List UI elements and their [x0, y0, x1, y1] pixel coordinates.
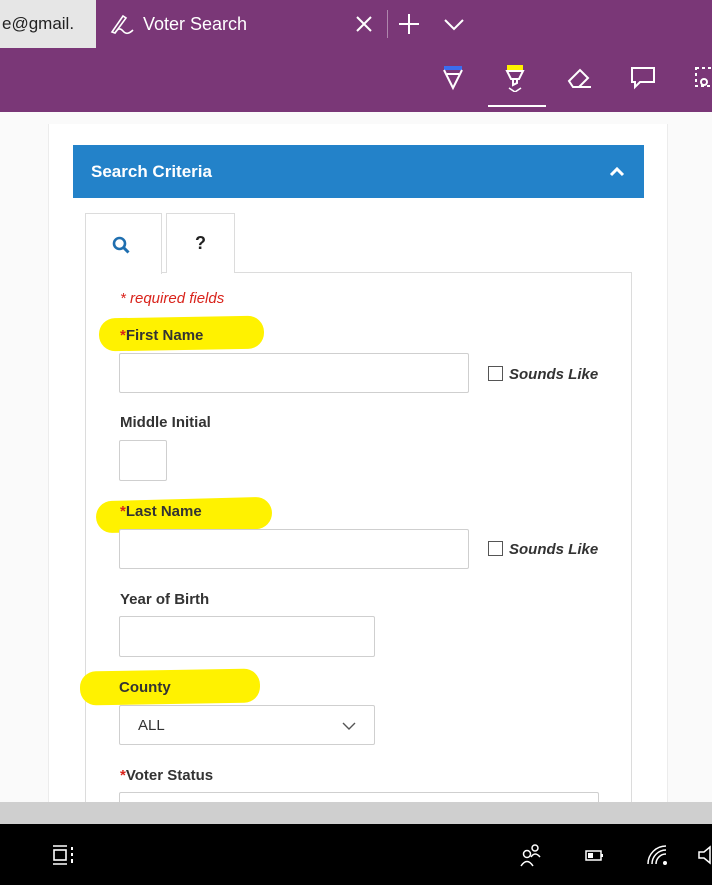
- ballpoint-pen-icon[interactable]: [438, 62, 468, 92]
- voter-status-label: *Voter Status: [120, 767, 213, 784]
- volume-icon[interactable]: [696, 842, 712, 868]
- last-name-label: *Last Name: [120, 503, 202, 520]
- windows-taskbar: [0, 824, 712, 885]
- county-select[interactable]: ALL: [119, 705, 375, 745]
- browser-tab-strip: e@gmail. Voter Search: [0, 0, 712, 48]
- last-sounds-like-checkbox[interactable]: [488, 541, 503, 556]
- county-label: County: [119, 679, 171, 696]
- plus-icon[interactable]: [396, 11, 422, 37]
- battery-icon: [585, 850, 603, 861]
- chevron-down-icon: [342, 722, 356, 730]
- panel-title: Search Criteria: [91, 162, 212, 181]
- pen-icon: [110, 14, 134, 35]
- tab-search[interactable]: [85, 213, 162, 274]
- tab-voter-search[interactable]: Voter Search: [97, 0, 384, 48]
- comment-icon[interactable]: [628, 62, 658, 92]
- year-of-birth-input[interactable]: [119, 616, 375, 657]
- last-name-text: Last Name: [125, 503, 202, 520]
- task-view-icon[interactable]: [50, 842, 76, 868]
- help-tab-label: ?: [195, 233, 206, 253]
- tab-help[interactable]: ?: [166, 213, 235, 273]
- chevron-down-icon[interactable]: [442, 13, 466, 35]
- first-name-text: First Name: [125, 327, 204, 344]
- county-selected-value: ALL: [138, 717, 165, 734]
- eraser-icon[interactable]: [564, 62, 594, 92]
- search-icon: [112, 236, 130, 254]
- highlighter-icon[interactable]: [500, 62, 530, 92]
- search-criteria-header[interactable]: Search Criteria: [73, 145, 644, 198]
- tab-divider: [387, 10, 388, 38]
- close-icon[interactable]: [351, 11, 377, 37]
- middle-initial-label: Middle Initial: [120, 414, 211, 431]
- clip-icon[interactable]: [692, 62, 712, 92]
- first-name-label: *First Name: [120, 327, 203, 344]
- year-of-birth-label: Year of Birth: [120, 591, 210, 608]
- wifi-icon[interactable]: [644, 842, 670, 868]
- people-icon[interactable]: [518, 842, 544, 868]
- required-fields-note: * required fields: [120, 290, 225, 307]
- voter-status-text: Voter Status: [125, 767, 214, 784]
- horizontal-scrollbar[interactable]: [0, 802, 712, 824]
- tab-previous-title: e@gmail.: [2, 14, 75, 33]
- last-name-input[interactable]: [119, 529, 469, 569]
- middle-initial-input[interactable]: [119, 440, 167, 481]
- tab-previous[interactable]: e@gmail.: [0, 0, 96, 48]
- first-name-input[interactable]: [119, 353, 469, 393]
- active-tool-underline: [488, 105, 546, 107]
- first-sounds-like-checkbox[interactable]: [488, 366, 503, 381]
- first-sounds-like-label: Sounds Like: [509, 366, 599, 383]
- tab-title: Voter Search: [143, 14, 248, 34]
- chevron-up-icon[interactable]: [608, 163, 626, 181]
- ink-toolbar: [0, 48, 712, 112]
- last-sounds-like-label: Sounds Like: [509, 541, 599, 558]
